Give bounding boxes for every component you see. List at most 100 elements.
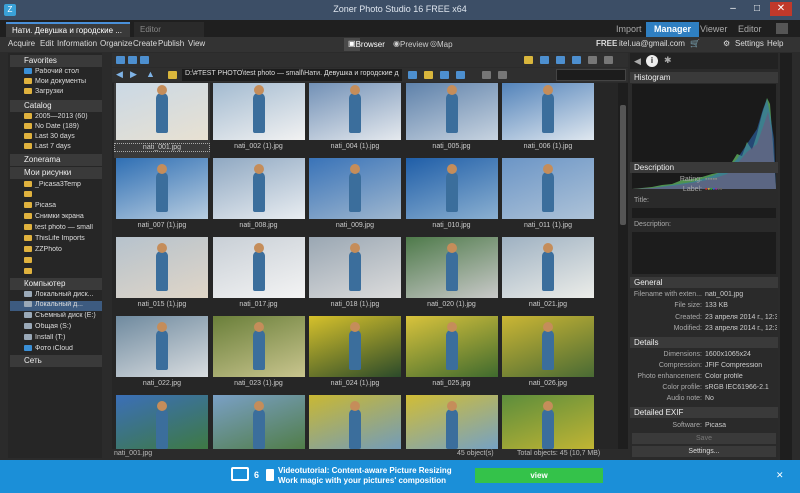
photo-thumbnail[interactable]: nati_008.jpg — [211, 158, 307, 237]
nav-item-downloads[interactable]: Загрузки — [10, 88, 102, 98]
photo-thumbnail[interactable]: nati_024 (1).jpg — [307, 316, 403, 395]
minimize-button[interactable]: – — [722, 2, 744, 16]
photo-thumbnail[interactable]: nati_021.jpg — [500, 237, 596, 316]
map-button[interactable]: ◎ Map — [426, 38, 453, 51]
label-colors[interactable]: ▪▪▪▪▪▪▪ — [705, 186, 777, 193]
photo-thumbnail[interactable]: nati_011 (1).jpg — [500, 158, 596, 237]
navigator-icon[interactable]: ✱ — [664, 55, 676, 67]
browser-button[interactable]: ▣ Browser — [344, 38, 385, 51]
photo-thumbnail[interactable] — [307, 395, 403, 449]
path-input[interactable]: D:\#TEST PHOTO\test photo — small\Нати. … — [182, 69, 402, 81]
photo-thumbnail[interactable]: nati_026.jpg — [500, 316, 596, 395]
grid-scrollbar[interactable] — [618, 83, 628, 449]
preview-button[interactable]: ◉ Preview — [389, 38, 428, 51]
mode-viewer[interactable]: Viewer — [692, 22, 735, 37]
photo-thumbnail[interactable]: nati_009.jpg — [307, 158, 403, 237]
section-exif[interactable]: Detailed EXIF — [630, 407, 778, 418]
list-view-icon[interactable] — [128, 56, 137, 64]
close-banner-icon[interactable]: ✕ — [776, 470, 784, 481]
nav-group-zonerama[interactable]: Zonerama — [10, 154, 102, 166]
layout-icon[interactable] — [776, 23, 788, 34]
collapse-icon[interactable]: ◀ — [634, 56, 641, 67]
tab-browser-folder[interactable]: Нати. Девушка и городские ... — [6, 22, 130, 37]
mail-icon[interactable] — [524, 56, 533, 64]
nav-item-thislife[interactable]: ThisLife Imports — [10, 235, 102, 245]
photo-thumbnail[interactable]: nati_017.jpg — [211, 237, 307, 316]
nav-item-drive-c[interactable]: Локальный диск... — [10, 291, 102, 301]
tab-editor[interactable]: Editor — [134, 22, 204, 37]
nav-item-last-30[interactable]: Last 30 days — [10, 133, 102, 143]
refresh-icon[interactable] — [408, 71, 417, 79]
nav-item-drive-d[interactable]: Локальный д... — [10, 301, 102, 311]
slideshow-icon[interactable] — [556, 56, 565, 64]
view-button[interactable]: view — [475, 468, 603, 483]
photo-thumbnail[interactable] — [404, 395, 500, 449]
nav-item-zzphoto[interactable]: ZZPhoto — [10, 246, 102, 256]
photo-thumbnail[interactable]: nati_015 (1).jpg — [114, 237, 210, 316]
search-input[interactable] — [556, 69, 626, 81]
nav-item-blurred-3[interactable] — [10, 268, 102, 278]
thumbs-view-icon[interactable] — [116, 56, 125, 64]
description-input[interactable] — [632, 232, 776, 274]
photo-thumbnail[interactable]: nati_020 (1).jpg — [404, 237, 500, 316]
details-view-icon[interactable] — [140, 56, 149, 64]
sort-order-icon[interactable] — [498, 71, 507, 79]
save-button[interactable]: Save — [632, 433, 776, 444]
nav-item-test-photo[interactable]: test photo — small — [10, 224, 102, 234]
photo-thumbnail[interactable]: nati_010.jpg — [404, 158, 500, 237]
menu-information[interactable]: Information — [57, 39, 97, 48]
nav-group-network[interactable]: Сеть — [10, 355, 102, 367]
nav-item-blurred-2[interactable] — [10, 257, 102, 267]
info-icon[interactable]: i — [646, 55, 658, 67]
nav-item-desktop[interactable]: Рабочий стол — [10, 68, 102, 78]
account-email[interactable]: itel.ua@gmail.com — [619, 39, 685, 48]
photo-thumbnail[interactable]: nati_006 (1).jpg — [500, 83, 596, 158]
menu-edit[interactable]: Edit — [40, 39, 54, 48]
photo-thumbnail[interactable]: nati_022.jpg — [114, 316, 210, 395]
nav-item-last-7[interactable]: Last 7 days — [10, 143, 102, 153]
nav-item-catalog-year[interactable]: 2005—2013 (60) — [10, 113, 102, 123]
photo-thumbnail[interactable]: nati_005.jpg — [404, 83, 500, 158]
rotate-left-icon[interactable] — [440, 71, 449, 79]
nav-item-picasa[interactable]: Picasa — [10, 202, 102, 212]
photo-thumbnail[interactable] — [211, 395, 307, 449]
back-icon[interactable]: ◀ — [116, 69, 123, 80]
menu-create[interactable]: Create — [133, 39, 157, 48]
section-details[interactable]: Details — [630, 337, 778, 348]
mode-import[interactable]: Import — [608, 22, 650, 37]
section-general[interactable]: General — [630, 277, 778, 288]
nav-group-catalog[interactable]: Catalog — [10, 100, 102, 112]
nav-group-favorites[interactable]: Favorites — [10, 55, 102, 67]
photo-thumbnail[interactable]: nati_001.jpg — [114, 395, 210, 449]
settings-button[interactable]: Settings... — [632, 446, 776, 457]
nav-item-no-date[interactable]: No Date (189) — [10, 123, 102, 133]
close-button[interactable]: ✕ — [770, 2, 792, 16]
photo-thumbnail[interactable]: nati_001.jpg — [114, 83, 210, 158]
photo-thumbnail[interactable]: nati_025.jpg — [404, 316, 500, 395]
nav-item-picasa-temp[interactable]: _Picasa3Temp — [10, 181, 102, 191]
settings-link[interactable]: Settings — [735, 39, 764, 48]
photo-thumbnail[interactable]: nati_002 (1).jpg — [211, 83, 307, 158]
mode-editor[interactable]: Editor — [730, 22, 770, 37]
up-icon[interactable]: ▲ — [146, 69, 155, 79]
menu-organize[interactable]: Organize — [100, 39, 132, 48]
panel-scrollbar[interactable] — [780, 53, 792, 460]
mail-icon[interactable] — [231, 467, 249, 481]
sort-icon[interactable] — [604, 56, 613, 64]
nav-item-drive-t[interactable]: Install (T:) — [10, 334, 102, 344]
nav-group-my-pictures[interactable]: Мои рисунки — [10, 167, 102, 179]
gear-icon[interactable]: ⚙ — [723, 39, 730, 48]
menu-view[interactable]: View — [188, 39, 205, 48]
cart-icon[interactable]: 🛒 — [690, 39, 700, 48]
section-description[interactable]: Description — [630, 162, 778, 173]
rotate-right-icon[interactable] — [456, 71, 465, 79]
nav-group-computer[interactable]: Компьютер — [10, 278, 102, 290]
photo-thumbnail[interactable]: nati_018 (1).jpg — [307, 237, 403, 316]
nav-item-drive-e[interactable]: Съемный диск (E:) — [10, 312, 102, 322]
nav-item-icloud[interactable]: Фото iCloud — [10, 345, 102, 355]
nav-item-documents[interactable]: Мои документы — [10, 78, 102, 88]
nav-item-blurred[interactable] — [10, 191, 102, 201]
rating-stars[interactable]: ▪▪▪▪▪ — [705, 176, 777, 183]
title-input[interactable] — [632, 208, 776, 218]
menu-publish[interactable]: Publish — [158, 39, 184, 48]
